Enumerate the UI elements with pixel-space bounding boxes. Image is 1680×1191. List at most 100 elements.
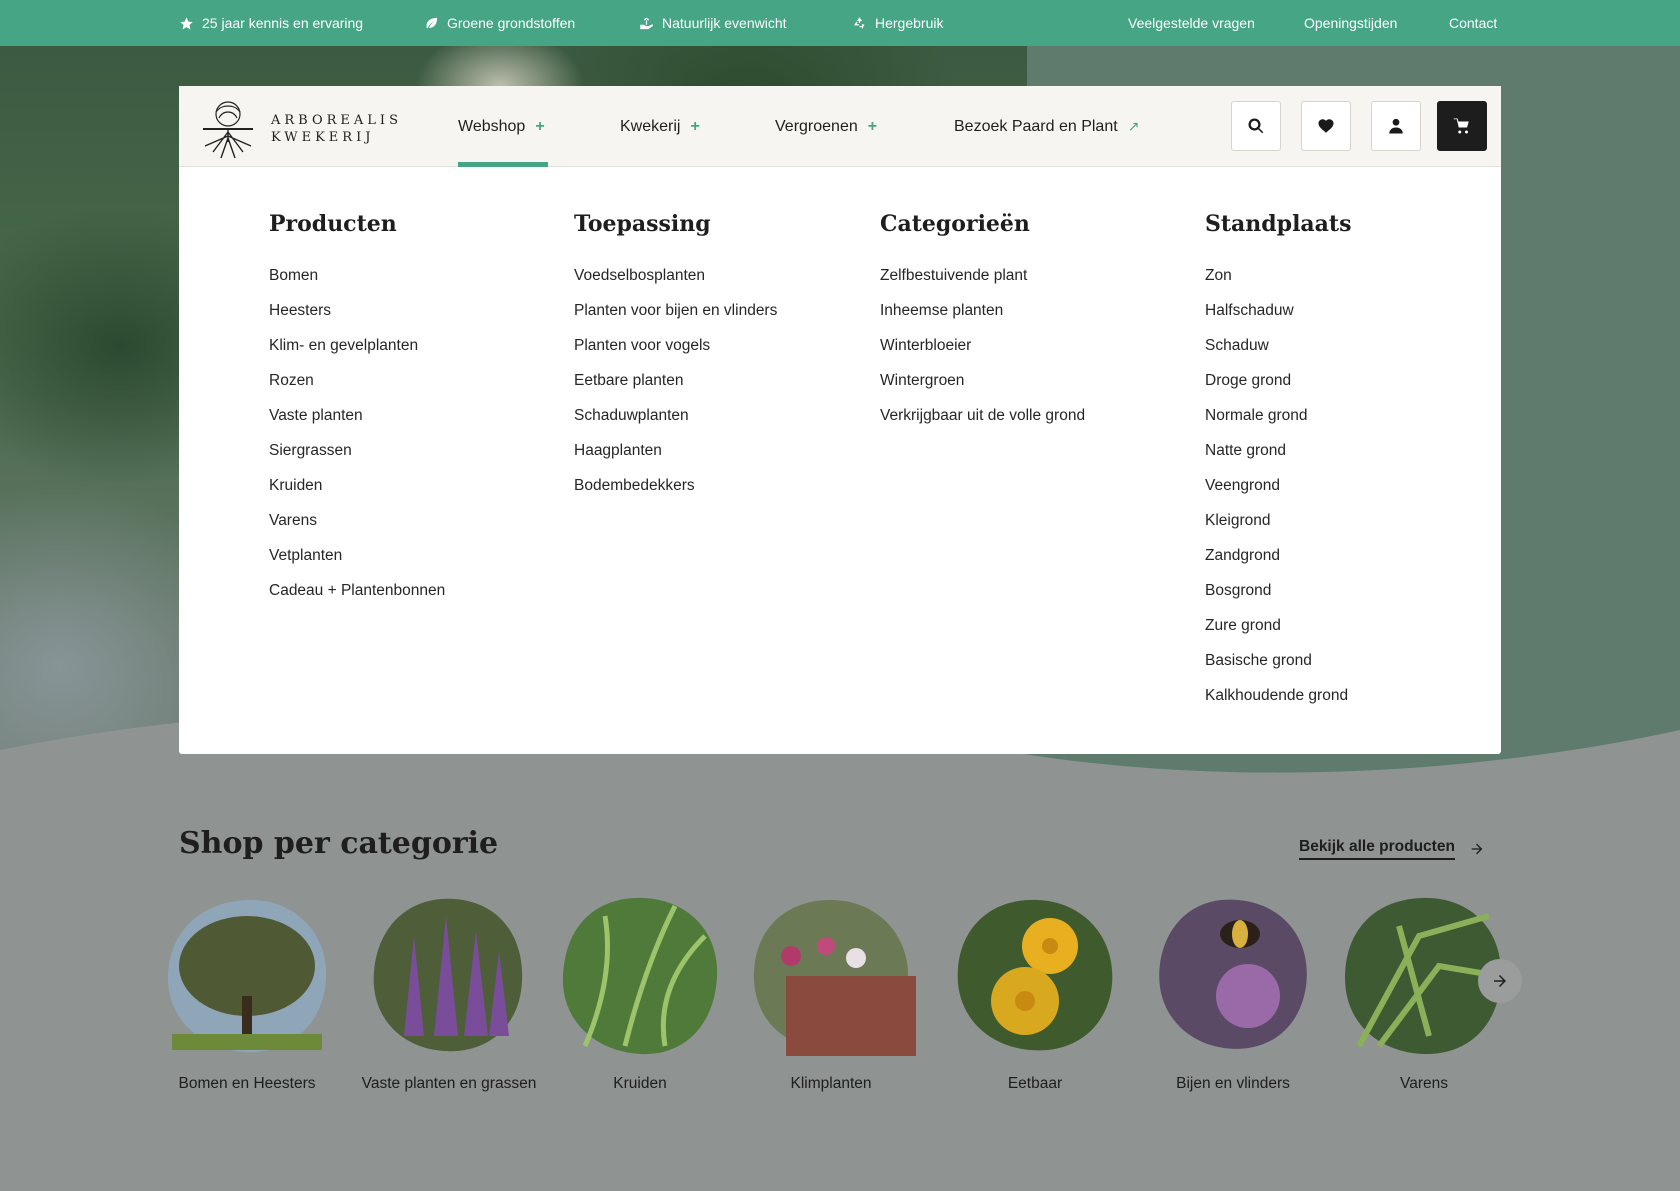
menu-item[interactable]: Bomen [269, 267, 445, 302]
main-header: ARBOREALIS KWEKERIJ Webshop + Kwekerij +… [179, 86, 1501, 167]
webshop-mega-menu: Producten Bomen Heesters Klim- en gevelp… [179, 167, 1501, 754]
menu-item[interactable]: Siergrassen [269, 442, 445, 477]
menu-item[interactable]: Winterbloeier [880, 337, 1085, 372]
category-image [957, 899, 1113, 1051]
account-button[interactable] [1371, 101, 1421, 151]
menu-item[interactable]: Planten voor vogels [574, 337, 777, 372]
usp-label: Groene grondstoffen [447, 15, 576, 31]
menu-list: Zon Halfschaduw Schaduw Droge grond Norm… [1205, 267, 1348, 722]
category-image [167, 899, 327, 1053]
menu-list: Bomen Heesters Klim- en gevelplanten Roz… [269, 267, 445, 617]
plus-icon: + [690, 117, 700, 135]
menu-item[interactable]: Veengrond [1205, 477, 1348, 512]
logo-line-2: KWEKERIJ [271, 130, 375, 145]
see-all-products-link[interactable]: Bekijk alle producten [1299, 838, 1485, 860]
menu-item[interactable]: Kalkhoudende grond [1205, 687, 1348, 722]
nav-bezoek-paard-en-plant[interactable]: Bezoek Paard en Plant ↗ [954, 86, 1139, 167]
category-image [373, 898, 523, 1052]
usp-reuse: Hergebruik [852, 0, 943, 46]
menu-column-title: Producten [269, 211, 397, 237]
menu-item[interactable]: Klim- en gevelplanten [269, 337, 445, 372]
menu-item[interactable]: Zelfbestuivende plant [880, 267, 1085, 302]
menu-item[interactable]: Schaduw [1205, 337, 1348, 372]
category-label: Eetbaar [1007, 1075, 1063, 1092]
arrow-right-icon [1471, 843, 1483, 855]
menu-item[interactable]: Natte grond [1205, 442, 1348, 477]
logo-wordmark: ARBOREALIS KWEKERIJ [271, 112, 402, 146]
menu-item[interactable]: Basische grond [1205, 652, 1348, 687]
plus-icon: + [867, 117, 878, 135]
category-label: Vaste planten en grassen [361, 1075, 537, 1092]
menu-item[interactable]: Rozen [269, 372, 445, 407]
menu-item[interactable]: Bodembedekkers [574, 477, 777, 512]
nav-kwekerij[interactable]: Kwekerij + [620, 86, 700, 167]
menu-item[interactable]: Eetbare planten [574, 372, 777, 407]
usp-natural-balance: Natuurlijk evenwicht [639, 0, 787, 46]
menu-column-title: Toepassing [574, 211, 711, 237]
cart-button[interactable] [1437, 101, 1487, 151]
usp-label: 25 jaar kennis en ervaring [202, 15, 364, 31]
opening-hours-link[interactable]: Openingstijden [1304, 0, 1397, 46]
nav-vergroenen[interactable]: Vergroenen + [775, 86, 877, 167]
category-label: Kruiden [613, 1075, 667, 1092]
leaf-icon [426, 17, 438, 28]
menu-item[interactable]: Cadeau + Plantenbonnen [269, 582, 445, 617]
external-arrow-icon: ↗ [1127, 118, 1140, 134]
nav-webshop[interactable]: Webshop + [458, 86, 545, 167]
faq-link[interactable]: Veelgestelde vragen [1128, 0, 1255, 46]
cart-icon [1453, 118, 1469, 134]
category-label: Klimplanten [790, 1075, 872, 1092]
tree-roots-logo-icon [203, 101, 253, 159]
nav-label: Vergroenen [775, 117, 858, 135]
usp-green-materials: Groene grondstoffen [424, 0, 575, 46]
menu-item[interactable]: Kruiden [269, 477, 445, 512]
menu-item[interactable]: Zandgrond [1205, 547, 1348, 582]
menu-item[interactable]: Schaduwplanten [574, 407, 777, 442]
top-bar: 25 jaar kennis en ervaring Groene gronds… [0, 0, 1680, 46]
menu-list: Voedselbosplanten Planten voor bijen en … [574, 267, 777, 512]
menu-item[interactable]: Heesters [269, 302, 445, 337]
menu-item[interactable]: Halfschaduw [1205, 302, 1348, 337]
nav-label: Kwekerij [620, 117, 681, 135]
wishlist-button[interactable] [1301, 101, 1351, 151]
search-icon [1248, 118, 1264, 134]
menu-item[interactable]: Vetplanten [269, 547, 445, 582]
nav-label: Bezoek Paard en Plant [954, 117, 1118, 135]
menu-item[interactable]: Varens [269, 512, 445, 547]
menu-item[interactable]: Vaste planten [269, 407, 445, 442]
nav-label: Webshop [458, 117, 526, 135]
menu-item[interactable]: Haagplanten [574, 442, 777, 477]
usp-label: Hergebruik [875, 15, 944, 31]
heart-icon [1318, 119, 1334, 133]
star-icon [180, 16, 193, 29]
category-image [562, 897, 718, 1055]
contact-link[interactable]: Contact [1449, 0, 1497, 46]
menu-column-title: Standplaats [1205, 211, 1352, 237]
category-label: Bijen en vlinders [1176, 1075, 1290, 1092]
plant-hand-icon [640, 17, 653, 29]
search-button[interactable] [1231, 101, 1281, 151]
menu-item[interactable]: Normale grond [1205, 407, 1348, 442]
logo-line-1: ARBOREALIS [271, 113, 402, 128]
arrow-right-icon [1494, 975, 1506, 987]
category-label: Bomen en Heesters [178, 1075, 316, 1092]
menu-item[interactable]: Zure grond [1205, 617, 1348, 652]
menu-item[interactable]: Bosgrond [1205, 582, 1348, 617]
menu-item[interactable]: Droge grond [1205, 372, 1348, 407]
menu-item[interactable]: Wintergroen [880, 372, 1085, 407]
menu-item[interactable]: Planten voor bijen en vlinders [574, 302, 777, 337]
menu-item[interactable]: Voedselbosplanten [574, 267, 777, 302]
menu-item[interactable]: Verkrijgbaar uit de volle grond [880, 407, 1085, 442]
usp-label: Natuurlijk evenwicht [662, 15, 787, 31]
plus-icon: + [535, 117, 545, 135]
menu-item[interactable]: Inheemse planten [880, 302, 1085, 337]
category-image [753, 900, 916, 1056]
recycle-icon [853, 16, 865, 29]
usp-experience: 25 jaar kennis en ervaring [179, 0, 363, 46]
menu-list: Zelfbestuivende plant Inheemse planten W… [880, 267, 1085, 442]
menu-item[interactable]: Zon [1205, 267, 1348, 302]
menu-item[interactable]: Kleigrond [1205, 512, 1348, 547]
menu-column-title: Categorieën [880, 211, 1030, 237]
carousel-next-button[interactable] [1478, 959, 1522, 1003]
logo[interactable]: ARBOREALIS KWEKERIJ [199, 98, 419, 160]
